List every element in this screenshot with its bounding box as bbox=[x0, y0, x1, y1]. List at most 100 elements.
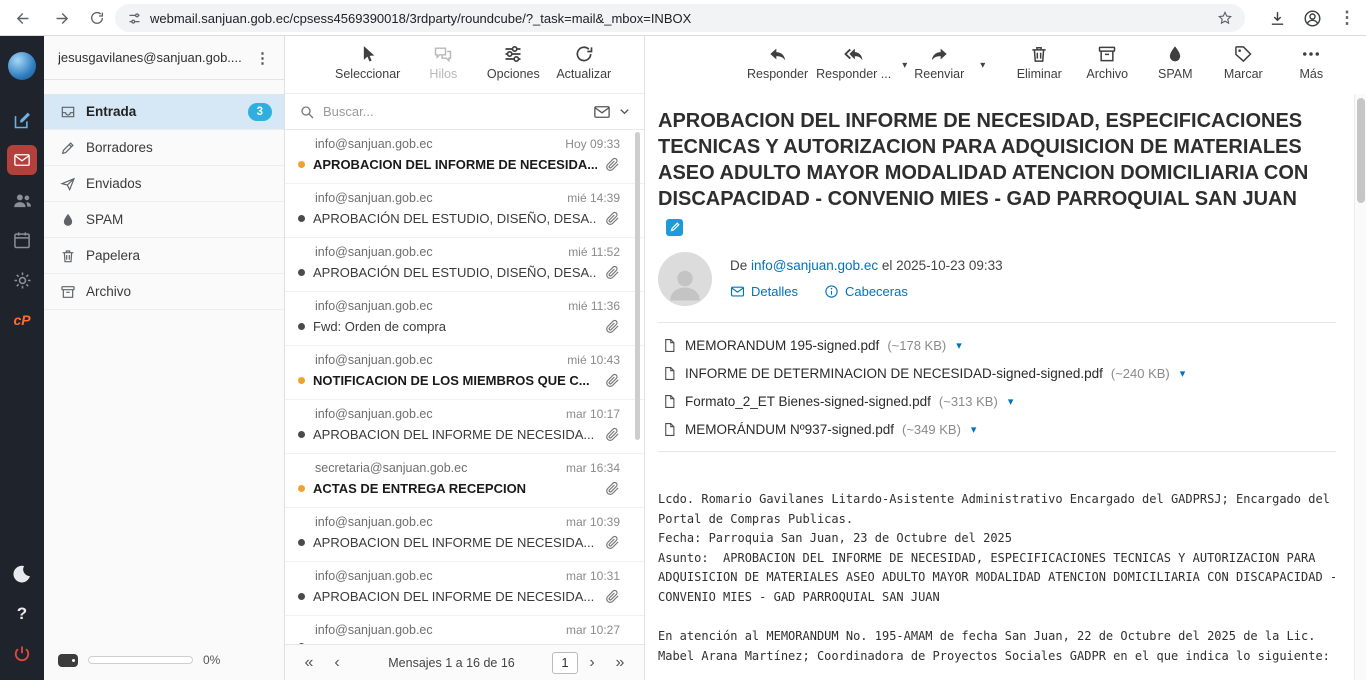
message-view-pane: Responder Responder ... ▾ Reenviar ▾ Eli… bbox=[645, 36, 1366, 680]
bookmark-star-icon[interactable] bbox=[1217, 10, 1233, 26]
url-text[interactable]: webmail.sanjuan.gob.ec/cpsess4569390018/… bbox=[150, 11, 1217, 26]
read-status-dot[interactable] bbox=[298, 539, 305, 546]
browser-menu-icon[interactable]: ⋮ bbox=[1334, 5, 1360, 31]
account-menu-icon[interactable]: ⋮ bbox=[251, 49, 274, 67]
site-settings-icon[interactable] bbox=[127, 11, 142, 26]
browser-reload-button[interactable] bbox=[84, 5, 110, 31]
attachment-name[interactable]: MEMORANDUM 195-signed.pdf bbox=[685, 338, 879, 353]
calendar-icon[interactable] bbox=[0, 220, 44, 260]
cpanel-icon[interactable]: cP bbox=[0, 300, 44, 340]
read-status-dot[interactable] bbox=[298, 215, 305, 222]
list-item[interactable]: info@sanjuan.gob.ec mar 10:31 APROBACION… bbox=[285, 562, 644, 616]
search-scope-selector[interactable] bbox=[593, 103, 632, 121]
address-bar[interactable]: webmail.sanjuan.gob.ec/cpsess4569390018/… bbox=[115, 4, 1245, 32]
account-header[interactable]: jesusgavilanes@sanjuan.gob.... ⋮ bbox=[44, 36, 284, 80]
list-item[interactable]: info@sanjuan.gob.ec mar 10:17 APROBACION… bbox=[285, 400, 644, 454]
prev-page-button[interactable]: ‹ bbox=[323, 654, 351, 672]
unread-count-badge: 3 bbox=[248, 103, 272, 121]
read-status-dot[interactable] bbox=[298, 269, 305, 276]
search-input[interactable] bbox=[323, 104, 585, 119]
list-scrollbar[interactable] bbox=[635, 132, 640, 440]
list-item[interactable]: info@sanjuan.gob.ec mié 10:43 NOTIFICACI… bbox=[285, 346, 644, 400]
settings-gear-icon[interactable] bbox=[0, 260, 44, 300]
reply-all-dropdown-icon[interactable]: ▾ bbox=[902, 60, 907, 71]
mail-task-icon[interactable] bbox=[0, 140, 44, 180]
download-icon[interactable] bbox=[1264, 5, 1290, 31]
browser-back-button[interactable] bbox=[10, 5, 36, 31]
page-number-input[interactable] bbox=[552, 652, 578, 674]
last-page-button[interactable]: » bbox=[606, 654, 634, 672]
first-page-button[interactable]: « bbox=[295, 654, 323, 672]
forward-button[interactable]: Reenviar bbox=[909, 44, 969, 81]
options-button[interactable]: Opciones bbox=[486, 44, 540, 81]
next-page-button[interactable]: › bbox=[578, 654, 606, 672]
list-item[interactable]: info@sanjuan.gob.ec mar 10:39 APROBACION… bbox=[285, 508, 644, 562]
browser-chrome: webmail.sanjuan.gob.ec/cpsess4569390018/… bbox=[0, 0, 1366, 36]
browser-profile-icon[interactable] bbox=[1299, 5, 1325, 31]
attachment-row[interactable]: Formato_2_ET Bienes-signed-signed.pdf (~… bbox=[658, 387, 1336, 415]
sender-email-link[interactable]: info@sanjuan.gob.ec bbox=[751, 258, 878, 273]
forward-icon bbox=[928, 44, 950, 64]
message-rows: info@sanjuan.gob.ec Hoy 09:33 APROBACION… bbox=[285, 130, 644, 644]
more-button[interactable]: Más bbox=[1281, 44, 1341, 81]
reply-button[interactable]: Responder bbox=[747, 44, 808, 81]
attachment-row[interactable]: MEMORÁNDUM Nº937-signed.pdf (~349 KB) ▾ bbox=[658, 415, 1336, 443]
sidebar-item-spam[interactable]: SPAM bbox=[44, 202, 284, 238]
edit-draft-icon[interactable] bbox=[666, 219, 683, 236]
list-item[interactable]: info@sanjuan.gob.ec mié 11:52 APROBACIÓN… bbox=[285, 238, 644, 292]
archive-label: Archivo bbox=[1086, 67, 1128, 81]
options-label: Opciones bbox=[487, 67, 540, 81]
sent-icon bbox=[60, 176, 76, 192]
attachment-dropdown-icon[interactable]: ▾ bbox=[1008, 395, 1014, 408]
read-status-dot[interactable] bbox=[298, 431, 305, 438]
details-toggle[interactable]: Detalles bbox=[730, 284, 798, 299]
headers-toggle[interactable]: Cabeceras bbox=[824, 284, 908, 299]
content-scrollbar-track[interactable] bbox=[1354, 94, 1366, 680]
list-item[interactable]: info@sanjuan.gob.ec Hoy 09:33 APROBACION… bbox=[285, 130, 644, 184]
archive-button[interactable]: Archivo bbox=[1077, 44, 1137, 81]
read-status-dot[interactable] bbox=[298, 161, 305, 168]
list-item[interactable]: info@sanjuan.gob.ec mié 11:36 Fwd: Orden… bbox=[285, 292, 644, 346]
sidebar-item-archive[interactable]: Archivo bbox=[44, 274, 284, 310]
attachment-row[interactable]: MEMORANDUM 195-signed.pdf (~178 KB) ▾ bbox=[658, 331, 1336, 359]
attachment-name[interactable]: Formato_2_ET Bienes-signed-signed.pdf bbox=[685, 394, 931, 409]
delete-button[interactable]: Eliminar bbox=[1009, 44, 1069, 81]
attachment-dropdown-icon[interactable]: ▾ bbox=[956, 339, 962, 352]
attachment-name[interactable]: INFORME DE DETERMINACION DE NECESIDAD-si… bbox=[685, 366, 1103, 381]
sidebar-item-inbox[interactable]: Entrada 3 bbox=[44, 94, 284, 130]
headers-label: Cabeceras bbox=[845, 284, 908, 299]
read-status-dot[interactable] bbox=[298, 485, 305, 492]
browser-forward-button[interactable] bbox=[48, 5, 74, 31]
list-item[interactable]: secretaria@sanjuan.gob.ec mar 16:34 ACTA… bbox=[285, 454, 644, 508]
message-sender: secretaria@sanjuan.gob.ec bbox=[315, 461, 467, 475]
attachment-row[interactable]: INFORME DE DETERMINACION DE NECESIDAD-si… bbox=[658, 359, 1336, 387]
compose-icon[interactable] bbox=[0, 100, 44, 140]
sidebar-item-trash[interactable]: Papelera bbox=[44, 238, 284, 274]
contacts-icon[interactable] bbox=[0, 180, 44, 220]
read-status-dot[interactable] bbox=[298, 377, 305, 384]
read-status-dot[interactable] bbox=[298, 323, 305, 330]
list-item[interactable]: info@sanjuan.gob.ec mié 14:39 APROBACIÓN… bbox=[285, 184, 644, 238]
sidebar-item-drafts[interactable]: Borradores bbox=[44, 130, 284, 166]
attachment-dropdown-icon[interactable]: ▾ bbox=[971, 423, 977, 436]
attachment-name[interactable]: MEMORÁNDUM Nº937-signed.pdf bbox=[685, 422, 894, 437]
forward-dropdown-icon[interactable]: ▾ bbox=[980, 60, 985, 71]
content-scrollbar-thumb[interactable] bbox=[1357, 98, 1365, 203]
read-status-dot[interactable] bbox=[298, 593, 305, 600]
list-item[interactable]: info@sanjuan.gob.ec mar 10:27 bbox=[285, 616, 644, 644]
logout-power-icon[interactable] bbox=[0, 634, 44, 674]
message-subject: NOTIFICACION DE LOS MIEMBROS QUE C... bbox=[313, 373, 597, 388]
dark-mode-moon-icon[interactable] bbox=[0, 554, 44, 594]
junk-icon bbox=[1165, 44, 1185, 64]
mark-button[interactable]: Marcar bbox=[1213, 44, 1273, 81]
reply-icon bbox=[767, 44, 789, 64]
select-button[interactable]: Seleccionar bbox=[335, 44, 400, 81]
help-icon[interactable]: ? bbox=[0, 594, 44, 634]
spam-button[interactable]: SPAM bbox=[1145, 44, 1205, 81]
threads-button[interactable]: Hilos bbox=[416, 44, 470, 81]
app-logo bbox=[0, 46, 44, 86]
attachment-dropdown-icon[interactable]: ▾ bbox=[1180, 367, 1186, 380]
refresh-button[interactable]: Actualizar bbox=[556, 44, 611, 81]
sidebar-item-sent[interactable]: Enviados bbox=[44, 166, 284, 202]
reply-all-button[interactable]: Responder ... bbox=[816, 44, 891, 81]
